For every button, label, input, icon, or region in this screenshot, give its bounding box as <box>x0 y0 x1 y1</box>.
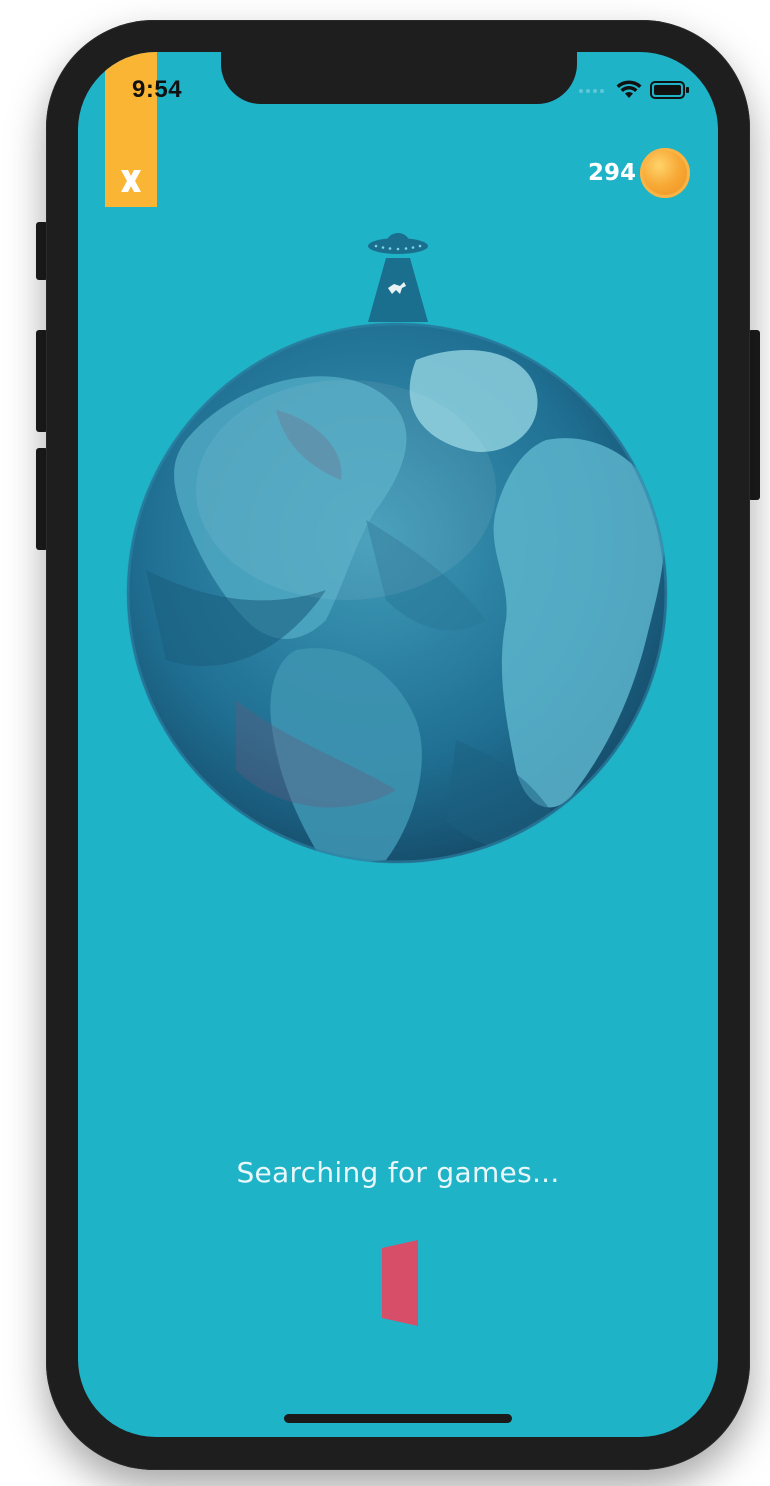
coin-icon <box>640 148 690 198</box>
flipping-card-loader-icon <box>382 1240 418 1326</box>
coin-balance: 294 <box>588 148 690 198</box>
ufo-icon <box>368 233 428 322</box>
home-indicator[interactable] <box>284 1414 512 1423</box>
coin-count: 294 <box>587 160 636 186</box>
app-screen: 9:54 294 Searching for games... <box>78 52 718 1437</box>
notch <box>221 52 577 104</box>
signal-dots-icon <box>579 89 604 93</box>
close-icon[interactable] <box>118 168 144 194</box>
globe-icon <box>126 322 668 864</box>
battery-icon <box>650 81 689 99</box>
status-icons <box>578 80 690 100</box>
searching-status-text: Searching for games... <box>236 1156 560 1189</box>
wifi-icon <box>616 80 642 98</box>
status-time: 9:54 <box>132 76 183 103</box>
device-stage: 9:54 294 Searching for games... <box>0 0 770 1486</box>
